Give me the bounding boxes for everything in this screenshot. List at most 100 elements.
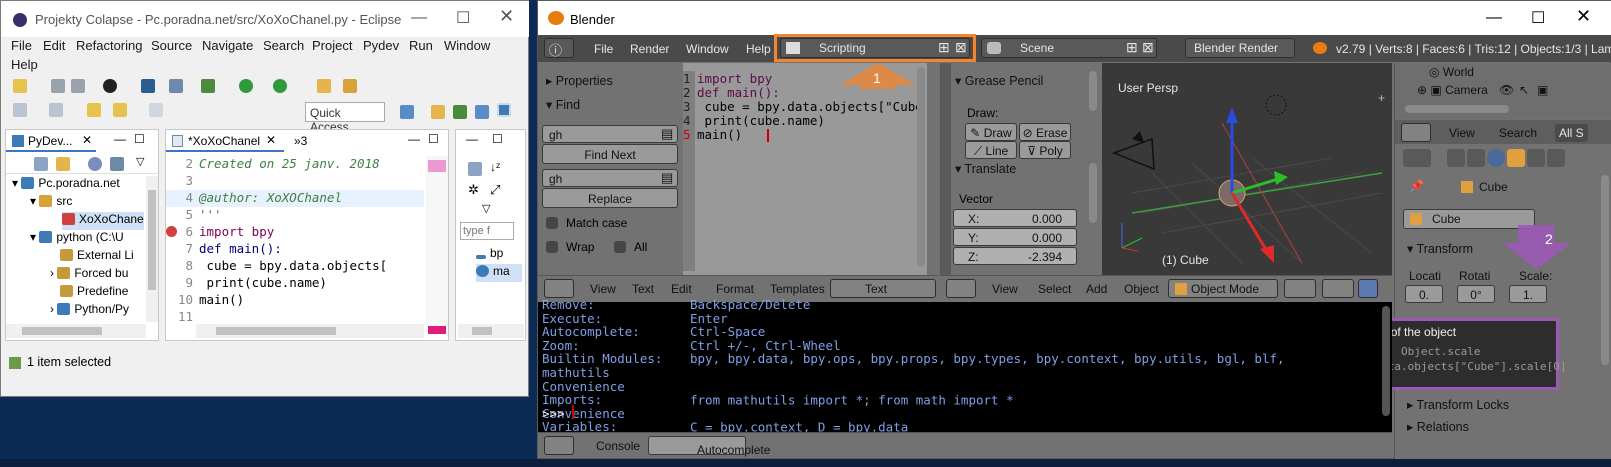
manipulator-toggle[interactable] xyxy=(1358,279,1378,298)
maximize-view-icon[interactable]: ☐ xyxy=(428,132,439,146)
debug-perspective-icon[interactable] xyxy=(453,105,467,119)
last-edit-icon[interactable] xyxy=(87,103,101,117)
explorer-tab[interactable]: PyDev... ✕ xyxy=(6,130,96,152)
eyedropper-icon[interactable]: ▤ xyxy=(661,126,673,142)
maximize-button[interactable]: ☐ xyxy=(1531,8,1545,28)
replace-input[interactable]: gh ▤ xyxy=(542,169,678,187)
tree-item-project[interactable]: ▾ Pc.poradna.net xyxy=(12,176,142,194)
scroll-thumb[interactable] xyxy=(148,190,156,290)
minimize-view-icon[interactable]: — xyxy=(408,132,420,146)
modifiers-tab-icon[interactable] xyxy=(1547,149,1565,167)
editor-type-button[interactable] xyxy=(946,279,976,298)
save-all-icon[interactable] xyxy=(71,79,85,93)
bl-menu-help[interactable]: Help xyxy=(746,42,771,56)
open-folder-icon[interactable] xyxy=(317,79,331,93)
view-menu-icon[interactable]: ▽ xyxy=(482,202,490,215)
add-layout-icon[interactable]: ⊞ xyxy=(938,39,950,56)
collapse-all-icon[interactable] xyxy=(34,157,48,171)
link-editor-icon[interactable] xyxy=(56,157,70,171)
nav-view[interactable]: View xyxy=(1449,126,1475,140)
close-button[interactable]: ✕ xyxy=(499,6,514,27)
remove-scene-icon[interactable]: ⊠ xyxy=(1142,39,1154,56)
outliner-camera[interactable]: ⊕ ▣ Camera xyxy=(1417,83,1488,97)
python-console[interactable]: Remove: Backspace/Delete Execute: Enter Au… xyxy=(538,298,1392,434)
footer-text[interactable]: Text xyxy=(632,282,654,296)
world-tab-icon[interactable] xyxy=(1487,149,1505,167)
wrap-checkbox[interactable] xyxy=(546,241,558,253)
filter-icon[interactable] xyxy=(88,157,102,171)
menu-run[interactable]: Run xyxy=(409,38,433,53)
properties-panel-header[interactable]: ▸ Properties xyxy=(546,73,613,88)
render-tab-icon[interactable] xyxy=(1403,149,1431,167)
editor-type-button[interactable]: ⓘ xyxy=(544,38,574,58)
run-external-icon[interactable] xyxy=(273,79,287,93)
minimize-view-icon[interactable]: — xyxy=(466,132,478,146)
vector-x-field[interactable]: X: 0.000 xyxy=(953,209,1077,227)
maximize-view-icon[interactable]: ☐ xyxy=(492,132,503,146)
maximize-view-icon[interactable]: ☐ xyxy=(134,132,145,146)
tree-item-forced[interactable]: › Forced bu xyxy=(50,266,142,284)
transform-header[interactable]: ▾ Transform xyxy=(1407,241,1473,256)
scroll-thumb[interactable] xyxy=(22,327,102,335)
save-icon[interactable] xyxy=(51,79,65,93)
outliner-hscrollbar[interactable] xyxy=(1405,105,1509,113)
new-icon[interactable] xyxy=(13,79,27,93)
outline-filter-input[interactable]: type f xyxy=(460,222,514,240)
add-scene-icon[interactable]: ⊞ xyxy=(1126,39,1138,56)
close-tab-icon[interactable]: ✕ xyxy=(82,133,92,147)
editor-type-button[interactable] xyxy=(544,436,574,455)
pin-icon[interactable]: 📌 xyxy=(1409,179,1424,193)
pydev-perspective-icon[interactable] xyxy=(497,103,511,117)
autocomplete-button[interactable]: Autocomplete xyxy=(648,436,770,457)
menu-window[interactable]: Window xyxy=(444,38,490,53)
rotation-x-field[interactable]: 0° xyxy=(1457,285,1495,303)
menu-help[interactable]: Help xyxy=(11,57,38,72)
tree-item-python[interactable]: ▾ python (C:\U xyxy=(30,230,140,248)
footer-edit[interactable]: Edit xyxy=(671,282,692,296)
bl-menu-window[interactable]: Window xyxy=(686,42,729,56)
remove-layout-icon[interactable]: ⊠ xyxy=(955,39,967,56)
line-button[interactable]: ⟋ Line xyxy=(965,141,1017,159)
transform-locks-header[interactable]: ▸ Transform Locks xyxy=(1407,397,1509,412)
minimize-button[interactable]: — xyxy=(411,9,427,27)
bl-menu-render[interactable]: Render xyxy=(630,42,669,56)
tree-item-pythonpy[interactable]: › Python/Py xyxy=(50,302,142,320)
console-scrollbar[interactable] xyxy=(1382,306,1390,416)
find-next-button[interactable]: Find Next xyxy=(542,144,678,164)
scene-tab-icon[interactable] xyxy=(1467,149,1485,167)
layout-selector[interactable]: Scripting ⊞ ⊠ xyxy=(780,38,970,58)
bl-menu-file[interactable]: File xyxy=(594,42,613,56)
render-engine-selector[interactable]: Blender Render xyxy=(1185,38,1295,58)
scene-selector[interactable]: Scene ⊞ ⊠ xyxy=(981,38,1157,58)
relations-header[interactable]: ▸ Relations xyxy=(1407,419,1469,434)
footer-templates[interactable]: Templates xyxy=(770,282,825,296)
toolshelf-scrollbar-2[interactable] xyxy=(1089,163,1097,223)
menu-search[interactable]: Search xyxy=(263,38,304,53)
search-tools-icon[interactable] xyxy=(343,79,357,93)
resource-perspective-icon[interactable] xyxy=(475,105,489,119)
open-perspective-icon[interactable] xyxy=(400,105,414,119)
quick-access-field[interactable]: Quick Access xyxy=(305,102,385,134)
collapse-icon[interactable]: ✲ xyxy=(468,182,479,198)
hide-fields-icon[interactable] xyxy=(468,162,482,176)
explorer-hscrollbar[interactable] xyxy=(6,324,146,338)
forward-icon[interactable] xyxy=(149,103,163,117)
translate-header[interactable]: ▾ Translate xyxy=(955,161,1016,176)
draw-button[interactable]: ✎ Draw xyxy=(965,123,1017,141)
close-tab-icon[interactable]: ✕ xyxy=(266,133,276,147)
maximize-button[interactable]: ☐ xyxy=(456,8,470,28)
scale-x-field[interactable]: 1. xyxy=(1509,285,1547,303)
v3d-view[interactable]: View xyxy=(992,282,1018,296)
console-icon[interactable] xyxy=(141,79,155,93)
package-icon[interactable] xyxy=(169,79,183,93)
mode-selector[interactable]: Object Mode xyxy=(1168,279,1278,298)
tree-item-predefined[interactable]: Predefine xyxy=(60,284,142,302)
minimize-view-icon[interactable]: — xyxy=(114,132,126,146)
constraints-tab-icon[interactable] xyxy=(1527,149,1545,167)
sync-icon[interactable] xyxy=(110,157,124,171)
scroll-thumb[interactable] xyxy=(216,327,336,335)
menu-refactoring[interactable]: Refactoring xyxy=(76,38,142,53)
menu-source[interactable]: Source xyxy=(151,38,192,53)
user-icon[interactable] xyxy=(103,79,117,93)
vector-y-field[interactable]: Y: 0.000 xyxy=(953,228,1077,246)
